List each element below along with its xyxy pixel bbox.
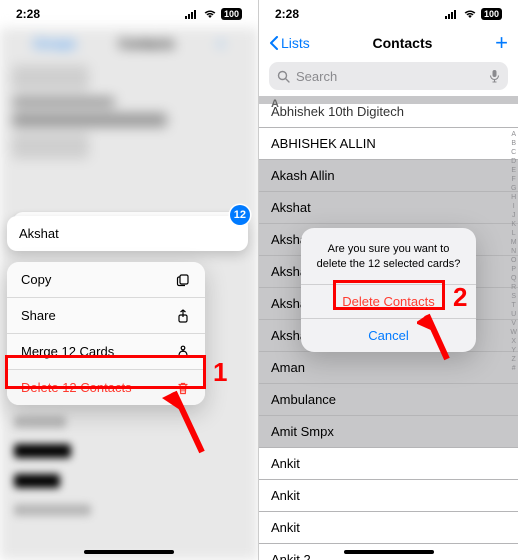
- battery-indicator: 100: [481, 8, 502, 20]
- contact-row[interactable]: Aman: [259, 352, 518, 384]
- blurred-background-lower: [0, 400, 258, 560]
- chevron-left-icon: [269, 36, 279, 50]
- contact-card-stack[interactable]: Akshat 12: [7, 216, 248, 251]
- status-time: 2:28: [16, 7, 40, 21]
- status-time: 2:28: [275, 7, 299, 21]
- battery-indicator: 100: [221, 8, 242, 20]
- delete-contacts-action[interactable]: Delete 12 Contacts: [7, 370, 205, 405]
- selection-count-badge: 12: [230, 205, 250, 225]
- contact-row[interactable]: Ankit: [259, 448, 518, 480]
- share-label: Share: [21, 308, 56, 323]
- copy-label: Copy: [21, 272, 51, 287]
- share-icon: [175, 309, 191, 323]
- merge-label: Merge 12 Cards: [21, 344, 114, 359]
- merge-action[interactable]: Merge 12 Cards: [7, 334, 205, 370]
- trash-icon: [175, 381, 191, 395]
- cell-signal-icon: [185, 9, 199, 19]
- back-button[interactable]: Lists: [269, 35, 310, 51]
- home-indicator: [84, 550, 174, 554]
- contact-row[interactable]: Akshat: [259, 192, 518, 224]
- back-label: Lists: [281, 35, 310, 51]
- annotation-step1-number: 1: [213, 357, 227, 388]
- annotation-step2-number: 2: [453, 282, 467, 313]
- status-indicators: 100: [185, 8, 242, 20]
- contact-row[interactable]: ABHISHEK ALLIN: [259, 128, 518, 160]
- context-menu: Copy Share Merge 12 Cards Delete 12 Cont…: [7, 262, 205, 405]
- mic-icon[interactable]: [489, 69, 500, 83]
- page-title: Contacts: [373, 35, 433, 51]
- status-bar: 2:28 100: [0, 0, 258, 28]
- search-input[interactable]: Search: [269, 62, 508, 90]
- copy-icon: [175, 273, 191, 287]
- contact-row[interactable]: Akash Allin: [259, 160, 518, 192]
- wifi-icon: [463, 9, 477, 19]
- alert-delete-button[interactable]: Delete Contacts: [301, 284, 476, 318]
- search-placeholder: Search: [296, 69, 337, 84]
- alert-message: Are you sure you want to delete the 12 s…: [301, 228, 476, 284]
- contact-row[interactable]: Ankit: [259, 480, 518, 512]
- nav-header: Lists Contacts +: [259, 28, 518, 58]
- status-bar: 2:28 100: [259, 0, 518, 28]
- cell-signal-icon: [445, 9, 459, 19]
- merge-icon: [175, 345, 191, 359]
- share-action[interactable]: Share: [7, 298, 205, 334]
- wifi-icon: [203, 9, 217, 19]
- status-indicators: 100: [445, 8, 502, 20]
- contact-row[interactable]: Abhishek 10th Digitech: [259, 104, 518, 128]
- delete-label: Delete 12 Contacts: [21, 380, 132, 395]
- contact-row[interactable]: Amit Smpx: [259, 416, 518, 448]
- contact-row[interactable]: Ambulance: [259, 384, 518, 416]
- alert-cancel-button[interactable]: Cancel: [301, 318, 476, 352]
- home-indicator: [344, 550, 434, 554]
- copy-action[interactable]: Copy: [7, 262, 205, 298]
- search-icon: [277, 70, 290, 83]
- delete-confirmation-alert: Are you sure you want to delete the 12 s…: [301, 228, 476, 352]
- contact-card-name: Akshat: [19, 226, 59, 241]
- add-contact-button[interactable]: +: [495, 30, 508, 56]
- contact-row[interactable]: Ankit: [259, 512, 518, 544]
